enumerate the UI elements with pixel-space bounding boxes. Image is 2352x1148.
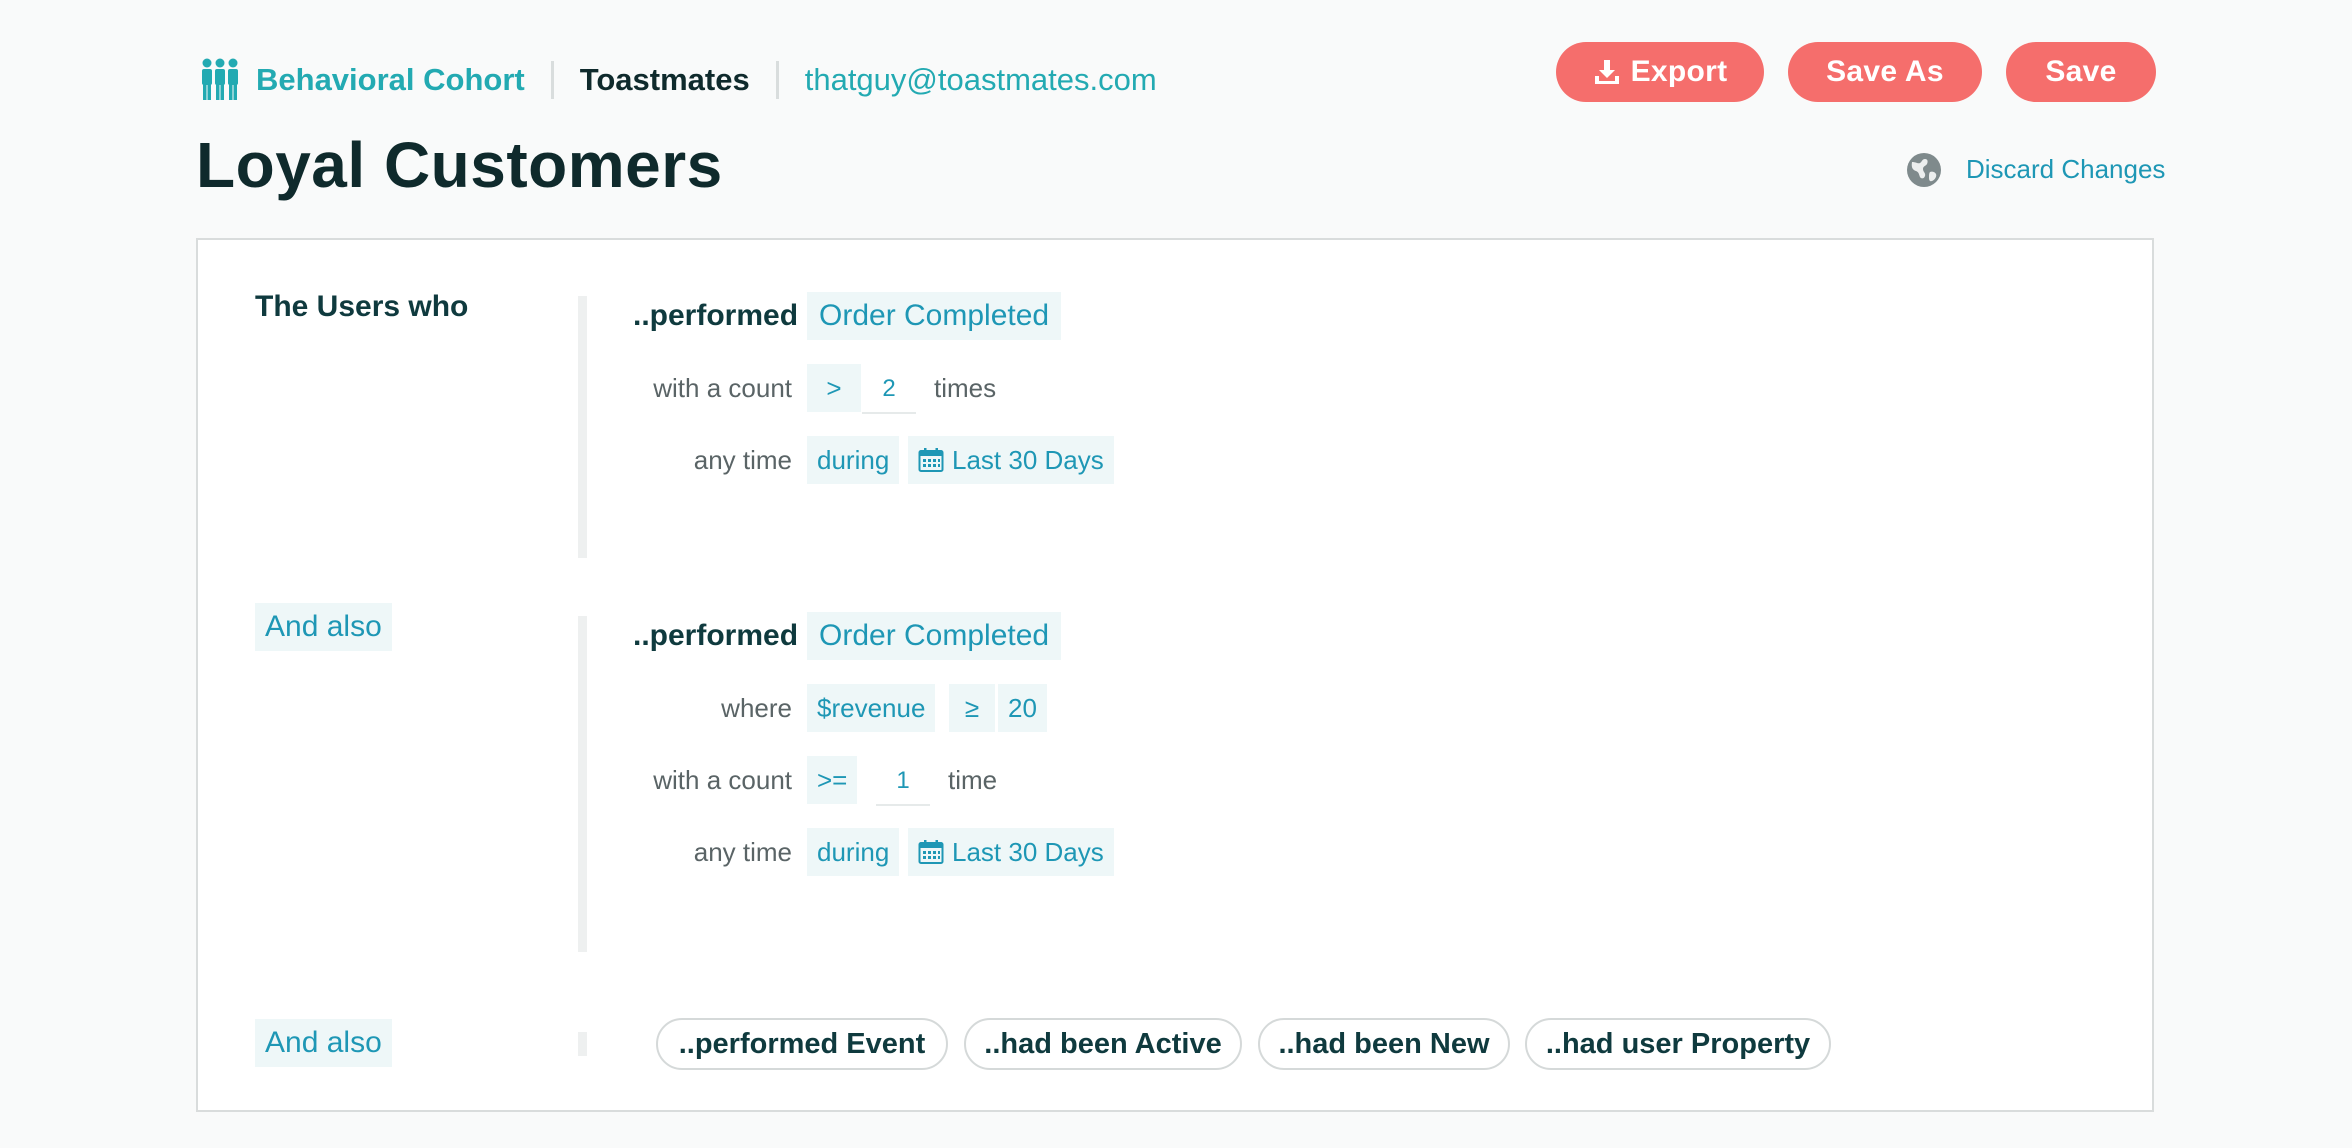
and-also-connector[interactable]: And also xyxy=(255,1019,392,1067)
time-mode-selector[interactable]: during xyxy=(807,828,900,876)
globe-icon[interactable] xyxy=(1906,152,1942,188)
count-input[interactable] xyxy=(876,758,930,806)
cohort-panel xyxy=(196,238,2154,1112)
time-mode-selector[interactable]: during xyxy=(807,436,900,484)
count-operator-selector[interactable]: > xyxy=(807,364,861,412)
count-label: with a count xyxy=(653,373,792,403)
add-had-been-active-button[interactable]: ..had been Active xyxy=(964,1018,1242,1070)
date-range-selector[interactable]: Last 30 Days xyxy=(908,828,1114,876)
time-label: any time xyxy=(693,445,792,475)
discard-changes-link[interactable]: Discard Changes xyxy=(1966,154,2165,185)
count-unit: times xyxy=(934,373,997,403)
add-had-been-new-button[interactable]: ..had been New xyxy=(1258,1018,1510,1070)
property-operator-selector[interactable]: ≥ xyxy=(949,684,995,732)
download-icon xyxy=(1594,60,1619,84)
rule-divider xyxy=(578,296,587,558)
where-label: where xyxy=(721,693,792,723)
count-input[interactable] xyxy=(862,366,916,414)
add-user-property-button[interactable]: ..had user Property xyxy=(1525,1018,1831,1070)
export-button[interactable]: Export xyxy=(1556,42,1764,102)
date-range-selector[interactable]: Last 30 Days xyxy=(908,436,1114,484)
count-operator-selector[interactable]: >= xyxy=(807,756,858,804)
property-selector[interactable]: $revenue xyxy=(807,684,936,732)
rule-verb: ..performed xyxy=(633,299,799,332)
time-label: any time xyxy=(693,837,792,867)
calendar-icon xyxy=(918,840,944,864)
cohort-intro: The Users who xyxy=(255,290,469,323)
rule-divider xyxy=(578,616,587,952)
property-value[interactable]: 20 xyxy=(998,684,1047,732)
count-unit: time xyxy=(948,765,998,795)
page-title: Loyal Customers xyxy=(196,129,723,201)
event-selector[interactable]: Order Completed xyxy=(807,292,1062,340)
and-also-connector[interactable]: And also xyxy=(255,603,392,651)
rule-divider xyxy=(578,1032,587,1056)
event-selector[interactable]: Order Completed xyxy=(807,612,1062,660)
breadcrumb: Behavioral Cohort Toastmates thatguy@toa… xyxy=(200,56,1157,104)
date-range-label: Last 30 Days xyxy=(952,444,1104,475)
export-label: Export xyxy=(1630,55,1728,88)
rule-verb: ..performed xyxy=(633,619,799,652)
org-name[interactable]: Toastmates xyxy=(580,62,750,98)
people-icon xyxy=(202,58,238,100)
count-label: with a count xyxy=(653,765,792,795)
date-range-label: Last 30 Days xyxy=(952,836,1104,867)
add-performed-event-button[interactable]: ..performed Event xyxy=(656,1018,948,1070)
divider xyxy=(775,61,779,99)
user-email[interactable]: thatguy@toastmates.com xyxy=(805,62,1157,98)
save-button[interactable]: Save xyxy=(2006,42,2156,102)
calendar-icon xyxy=(918,448,944,472)
product-name[interactable]: Behavioral Cohort xyxy=(256,62,525,98)
save-as-button[interactable]: Save As xyxy=(1788,42,1982,102)
divider xyxy=(550,61,554,99)
